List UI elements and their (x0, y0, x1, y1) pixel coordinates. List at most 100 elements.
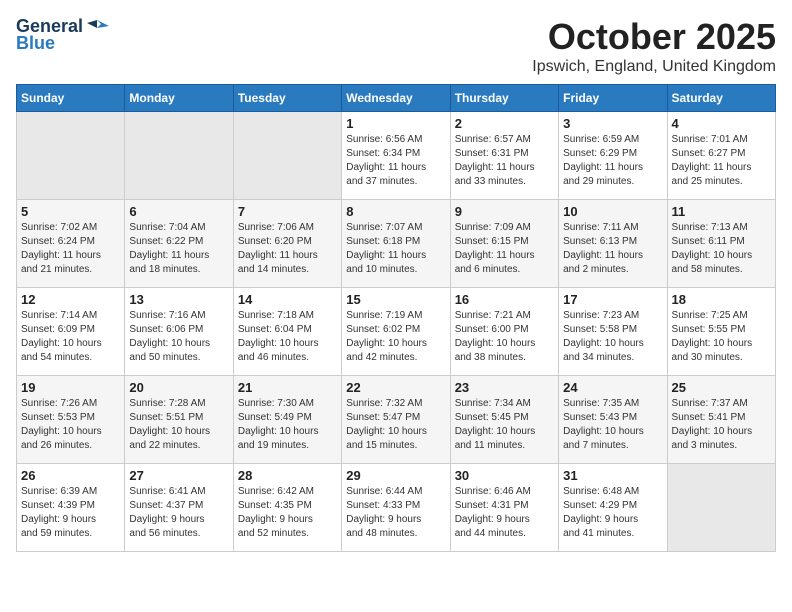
calendar-cell: 27 Sunrise: 6:41 AM Sunset: 4:37 PM Dayli… (125, 464, 233, 552)
calendar-cell: 28 Sunrise: 6:42 AM Sunset: 4:35 PM Dayli… (233, 464, 341, 552)
day-info: Sunrise: 7:11 AM Sunset: 6:13 PM Dayligh… (563, 221, 662, 277)
week-row-1: 5Sunrise: 7:02 AM Sunset: 6:24 PM Daylig… (17, 200, 776, 288)
day-number: 3 (563, 116, 662, 131)
day-number: 26 (21, 468, 120, 483)
calendar-cell: 18 Sunrise: 7:25 AM Sunset: 5:55 PM Dayli… (667, 288, 775, 376)
calendar-cell: 30Sunrise: 6:46 AM Sunset: 4:31 PM Dayli… (450, 464, 558, 552)
calendar-cell: 2 Sunrise: 6:57 AM Sunset: 6:31 PM Daylig… (450, 112, 558, 200)
calendar-cell: 7 Sunrise: 7:06 AM Sunset: 6:20 PM Daylig… (233, 200, 341, 288)
day-number: 13 (129, 292, 228, 307)
logo-blue: Blue (16, 33, 55, 54)
day-number: 23 (455, 380, 554, 395)
logo: General Blue (16, 16, 109, 54)
calendar-cell: 24 Sunrise: 7:35 AM Sunset: 5:43 PM Dayli… (559, 376, 667, 464)
calendar-cell: 23 Sunrise: 7:34 AM Sunset: 5:45 PM Dayli… (450, 376, 558, 464)
day-info: Sunrise: 6:56 AM Sunset: 6:34 PM Dayligh… (346, 133, 445, 189)
day-number: 1 (346, 116, 445, 131)
day-info: Sunrise: 7:16 AM Sunset: 6:06 PM Dayligh… (129, 309, 228, 365)
calendar-cell: 25 Sunrise: 7:37 AM Sunset: 5:41 PM Dayli… (667, 376, 775, 464)
calendar-cell: 1 Sunrise: 6:56 AM Sunset: 6:34 PM Daylig… (342, 112, 450, 200)
day-number: 19 (21, 380, 120, 395)
day-info: Sunrise: 6:44 AM Sunset: 4:33 PM Dayligh… (346, 485, 445, 541)
day-number: 21 (238, 380, 337, 395)
day-number: 24 (563, 380, 662, 395)
day-info: Sunrise: 7:13 AM Sunset: 6:11 PM Dayligh… (672, 221, 771, 277)
weekday-header-tuesday: Tuesday (233, 85, 341, 112)
day-info: Sunrise: 7:21 AM Sunset: 6:00 PM Dayligh… (455, 309, 554, 365)
day-number: 18 (672, 292, 771, 307)
day-number: 25 (672, 380, 771, 395)
day-number: 5 (21, 204, 120, 219)
calendar-cell: 3 Sunrise: 6:59 AM Sunset: 6:29 PM Daylig… (559, 112, 667, 200)
day-info: Sunrise: 7:34 AM Sunset: 5:45 PM Dayligh… (455, 397, 554, 453)
day-info: Sunrise: 6:59 AM Sunset: 6:29 PM Dayligh… (563, 133, 662, 189)
calendar-cell: 20Sunrise: 7:28 AM Sunset: 5:51 PM Dayli… (125, 376, 233, 464)
weekday-header-row: SundayMondayTuesdayWednesdayThursdayFrid… (17, 85, 776, 112)
calendar-cell: 12Sunrise: 7:14 AM Sunset: 6:09 PM Dayli… (17, 288, 125, 376)
calendar-cell: 10 Sunrise: 7:11 AM Sunset: 6:13 PM Dayli… (559, 200, 667, 288)
day-info: Sunrise: 7:30 AM Sunset: 5:49 PM Dayligh… (238, 397, 337, 453)
calendar-cell: 9Sunrise: 7:09 AM Sunset: 6:15 PM Daylig… (450, 200, 558, 288)
weekday-header-thursday: Thursday (450, 85, 558, 112)
calendar-cell: 19 Sunrise: 7:26 AM Sunset: 5:53 PM Dayli… (17, 376, 125, 464)
calendar-cell: 17Sunrise: 7:23 AM Sunset: 5:58 PM Dayli… (559, 288, 667, 376)
weekday-header-monday: Monday (125, 85, 233, 112)
calendar-cell: 31Sunrise: 6:48 AM Sunset: 4:29 PM Dayli… (559, 464, 667, 552)
day-number: 17 (563, 292, 662, 307)
day-info: Sunrise: 7:26 AM Sunset: 5:53 PM Dayligh… (21, 397, 120, 453)
day-info: Sunrise: 7:04 AM Sunset: 6:22 PM Dayligh… (129, 221, 228, 277)
day-info: Sunrise: 7:35 AM Sunset: 5:43 PM Dayligh… (563, 397, 662, 453)
calendar-cell: 5Sunrise: 7:02 AM Sunset: 6:24 PM Daylig… (17, 200, 125, 288)
day-number: 10 (563, 204, 662, 219)
calendar-cell: 16 Sunrise: 7:21 AM Sunset: 6:00 PM Dayli… (450, 288, 558, 376)
day-info: Sunrise: 6:42 AM Sunset: 4:35 PM Dayligh… (238, 485, 337, 541)
day-info: Sunrise: 6:46 AM Sunset: 4:31 PM Dayligh… (455, 485, 554, 541)
day-info: Sunrise: 7:32 AM Sunset: 5:47 PM Dayligh… (346, 397, 445, 453)
day-info: Sunrise: 7:06 AM Sunset: 6:20 PM Dayligh… (238, 221, 337, 277)
day-info: Sunrise: 7:07 AM Sunset: 6:18 PM Dayligh… (346, 221, 445, 277)
calendar-cell: 21 Sunrise: 7:30 AM Sunset: 5:49 PM Dayli… (233, 376, 341, 464)
weekday-header-saturday: Saturday (667, 85, 775, 112)
calendar-cell (233, 112, 341, 200)
day-number: 22 (346, 380, 445, 395)
calendar-cell: 8Sunrise: 7:07 AM Sunset: 6:18 PM Daylig… (342, 200, 450, 288)
day-info: Sunrise: 7:37 AM Sunset: 5:41 PM Dayligh… (672, 397, 771, 453)
day-info: Sunrise: 6:39 AM Sunset: 4:39 PM Dayligh… (21, 485, 120, 541)
calendar-cell (667, 464, 775, 552)
week-row-2: 12Sunrise: 7:14 AM Sunset: 6:09 PM Dayli… (17, 288, 776, 376)
calendar-cell: 13 Sunrise: 7:16 AM Sunset: 6:06 PM Dayli… (125, 288, 233, 376)
day-number: 7 (238, 204, 337, 219)
title-area: October 2025 Ipswich, England, United Ki… (532, 16, 776, 76)
day-info: Sunrise: 7:25 AM Sunset: 5:55 PM Dayligh… (672, 309, 771, 365)
week-row-3: 19 Sunrise: 7:26 AM Sunset: 5:53 PM Dayli… (17, 376, 776, 464)
calendar-cell (125, 112, 233, 200)
day-info: Sunrise: 7:18 AM Sunset: 6:04 PM Dayligh… (238, 309, 337, 365)
day-number: 14 (238, 292, 337, 307)
day-number: 28 (238, 468, 337, 483)
day-number: 4 (672, 116, 771, 131)
day-info: Sunrise: 7:09 AM Sunset: 6:15 PM Dayligh… (455, 221, 554, 277)
day-number: 12 (21, 292, 120, 307)
day-number: 31 (563, 468, 662, 483)
day-number: 15 (346, 292, 445, 307)
day-info: Sunrise: 7:19 AM Sunset: 6:02 PM Dayligh… (346, 309, 445, 365)
day-info: Sunrise: 6:41 AM Sunset: 4:37 PM Dayligh… (129, 485, 228, 541)
day-info: Sunrise: 6:57 AM Sunset: 6:31 PM Dayligh… (455, 133, 554, 189)
calendar-cell: 11Sunrise: 7:13 AM Sunset: 6:11 PM Dayli… (667, 200, 775, 288)
day-number: 6 (129, 204, 228, 219)
calendar-cell: 26 Sunrise: 6:39 AM Sunset: 4:39 PM Dayli… (17, 464, 125, 552)
day-number: 16 (455, 292, 554, 307)
day-number: 29 (346, 468, 445, 483)
day-info: Sunrise: 7:01 AM Sunset: 6:27 PM Dayligh… (672, 133, 771, 189)
calendar-cell: 22 Sunrise: 7:32 AM Sunset: 5:47 PM Dayli… (342, 376, 450, 464)
week-row-0: 1 Sunrise: 6:56 AM Sunset: 6:34 PM Daylig… (17, 112, 776, 200)
weekday-header-sunday: Sunday (17, 85, 125, 112)
weekday-header-friday: Friday (559, 85, 667, 112)
calendar-cell: 6 Sunrise: 7:04 AM Sunset: 6:22 PM Daylig… (125, 200, 233, 288)
day-number: 2 (455, 116, 554, 131)
day-number: 27 (129, 468, 228, 483)
day-info: Sunrise: 7:28 AM Sunset: 5:51 PM Dayligh… (129, 397, 228, 453)
calendar-cell (17, 112, 125, 200)
calendar-table: SundayMondayTuesdayWednesdayThursdayFrid… (16, 84, 776, 552)
logo-bird-icon (87, 18, 109, 36)
